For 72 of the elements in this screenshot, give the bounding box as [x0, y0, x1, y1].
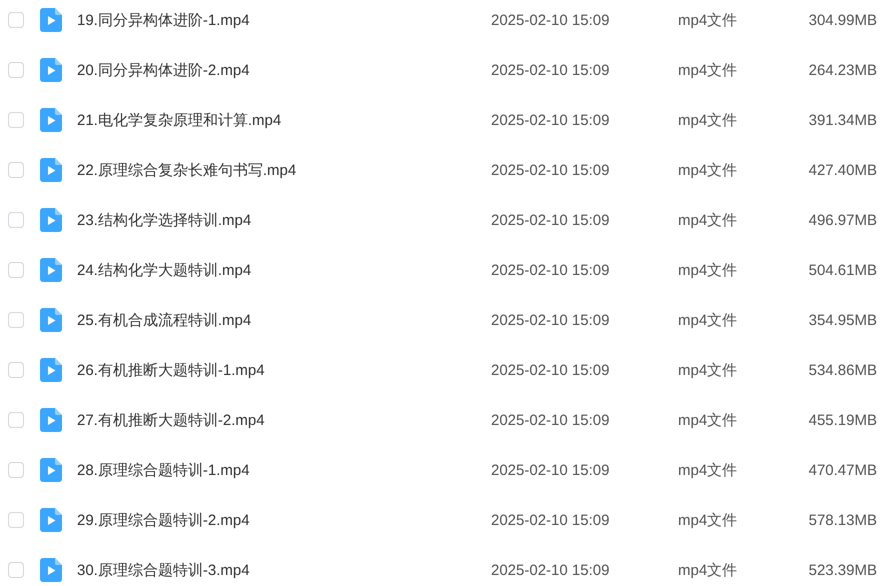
checkbox[interactable]: [8, 212, 24, 228]
file-type: mp4文件: [678, 160, 738, 180]
file-name[interactable]: 29.原理综合题特训-2.mp4: [77, 510, 491, 530]
file-size: 354.95MB: [808, 312, 877, 328]
file-type: mp4文件: [678, 210, 738, 230]
checkbox[interactable]: [8, 12, 24, 28]
video-file-icon: [40, 358, 62, 382]
file-size: 496.97MB: [808, 212, 877, 228]
file-type: mp4文件: [678, 260, 738, 280]
video-file-icon: [40, 8, 62, 32]
checkbox[interactable]: [8, 362, 24, 378]
file-name[interactable]: 26.有机推断大题特训-1.mp4: [77, 360, 491, 380]
checkbox[interactable]: [8, 162, 24, 178]
checkbox[interactable]: [8, 462, 24, 478]
checkbox[interactable]: [8, 412, 24, 428]
video-file-icon: [40, 408, 62, 432]
modified-date: 2025-02-10 15:09: [491, 162, 610, 178]
video-file-icon: [40, 208, 62, 232]
modified-date: 2025-02-10 15:09: [491, 62, 610, 78]
video-file-icon: [40, 458, 62, 482]
video-file-icon: [40, 558, 62, 582]
checkbox[interactable]: [8, 112, 24, 128]
modified-date: 2025-02-10 15:09: [491, 362, 610, 378]
video-file-icon: [40, 58, 62, 82]
modified-date: 2025-02-10 15:09: [491, 212, 610, 228]
file-size: 455.19MB: [808, 412, 877, 428]
file-size: 470.47MB: [808, 462, 877, 478]
modified-date: 2025-02-10 15:09: [491, 562, 610, 578]
file-name[interactable]: 20.同分异构体进阶-2.mp4: [77, 60, 491, 80]
file-name[interactable]: 23.结构化学选择特训.mp4: [77, 210, 491, 230]
file-type: mp4文件: [678, 510, 738, 530]
file-size: 391.34MB: [808, 112, 877, 128]
video-file-icon: [40, 158, 62, 182]
modified-date: 2025-02-10 15:09: [491, 262, 610, 278]
file-size: 504.61MB: [808, 262, 877, 278]
modified-date: 2025-02-10 15:09: [491, 312, 610, 328]
video-file-icon: [40, 308, 62, 332]
file-name[interactable]: 19.同分异构体进阶-1.mp4: [77, 10, 491, 30]
file-size: 427.40MB: [808, 162, 877, 178]
file-name[interactable]: 27.有机推断大题特训-2.mp4: [77, 410, 491, 430]
modified-date: 2025-02-10 15:09: [491, 412, 610, 428]
file-type: mp4文件: [678, 10, 738, 30]
file-type: mp4文件: [678, 410, 738, 430]
video-file-icon: [40, 258, 62, 282]
file-type: mp4文件: [678, 460, 738, 480]
file-type: mp4文件: [678, 60, 738, 80]
file-name[interactable]: 24.结构化学大题特训.mp4: [77, 260, 491, 280]
modified-date: 2025-02-10 15:09: [491, 12, 610, 28]
modified-date: 2025-02-10 15:09: [491, 112, 610, 128]
modified-date: 2025-02-10 15:09: [491, 512, 610, 528]
modified-date: 2025-02-10 15:09: [491, 462, 610, 478]
file-name[interactable]: 25.有机合成流程特训.mp4: [77, 310, 491, 330]
file-name[interactable]: 28.原理综合题特训-1.mp4: [77, 460, 491, 480]
file-name[interactable]: 22.原理综合复杂长难句书写.mp4: [77, 160, 491, 180]
file-size: 578.13MB: [808, 512, 877, 528]
file-type: mp4文件: [678, 360, 738, 380]
video-file-icon: [40, 508, 62, 532]
file-type: mp4文件: [678, 560, 738, 580]
video-file-icon: [40, 108, 62, 132]
file-name[interactable]: 30.原理综合题特训-3.mp4: [77, 560, 491, 580]
checkbox[interactable]: [8, 562, 24, 578]
checkbox[interactable]: [8, 312, 24, 328]
checkbox[interactable]: [8, 262, 24, 278]
file-size: 264.23MB: [808, 62, 877, 78]
file-type: mp4文件: [678, 110, 738, 130]
checkbox[interactable]: [8, 512, 24, 528]
file-name[interactable]: 21.电化学复杂原理和计算.mp4: [77, 110, 491, 130]
file-size: 534.86MB: [808, 362, 877, 378]
file-size: 304.99MB: [808, 12, 877, 28]
file-type: mp4文件: [678, 310, 738, 330]
file-size: 523.39MB: [808, 562, 877, 578]
checkbox[interactable]: [8, 62, 24, 78]
